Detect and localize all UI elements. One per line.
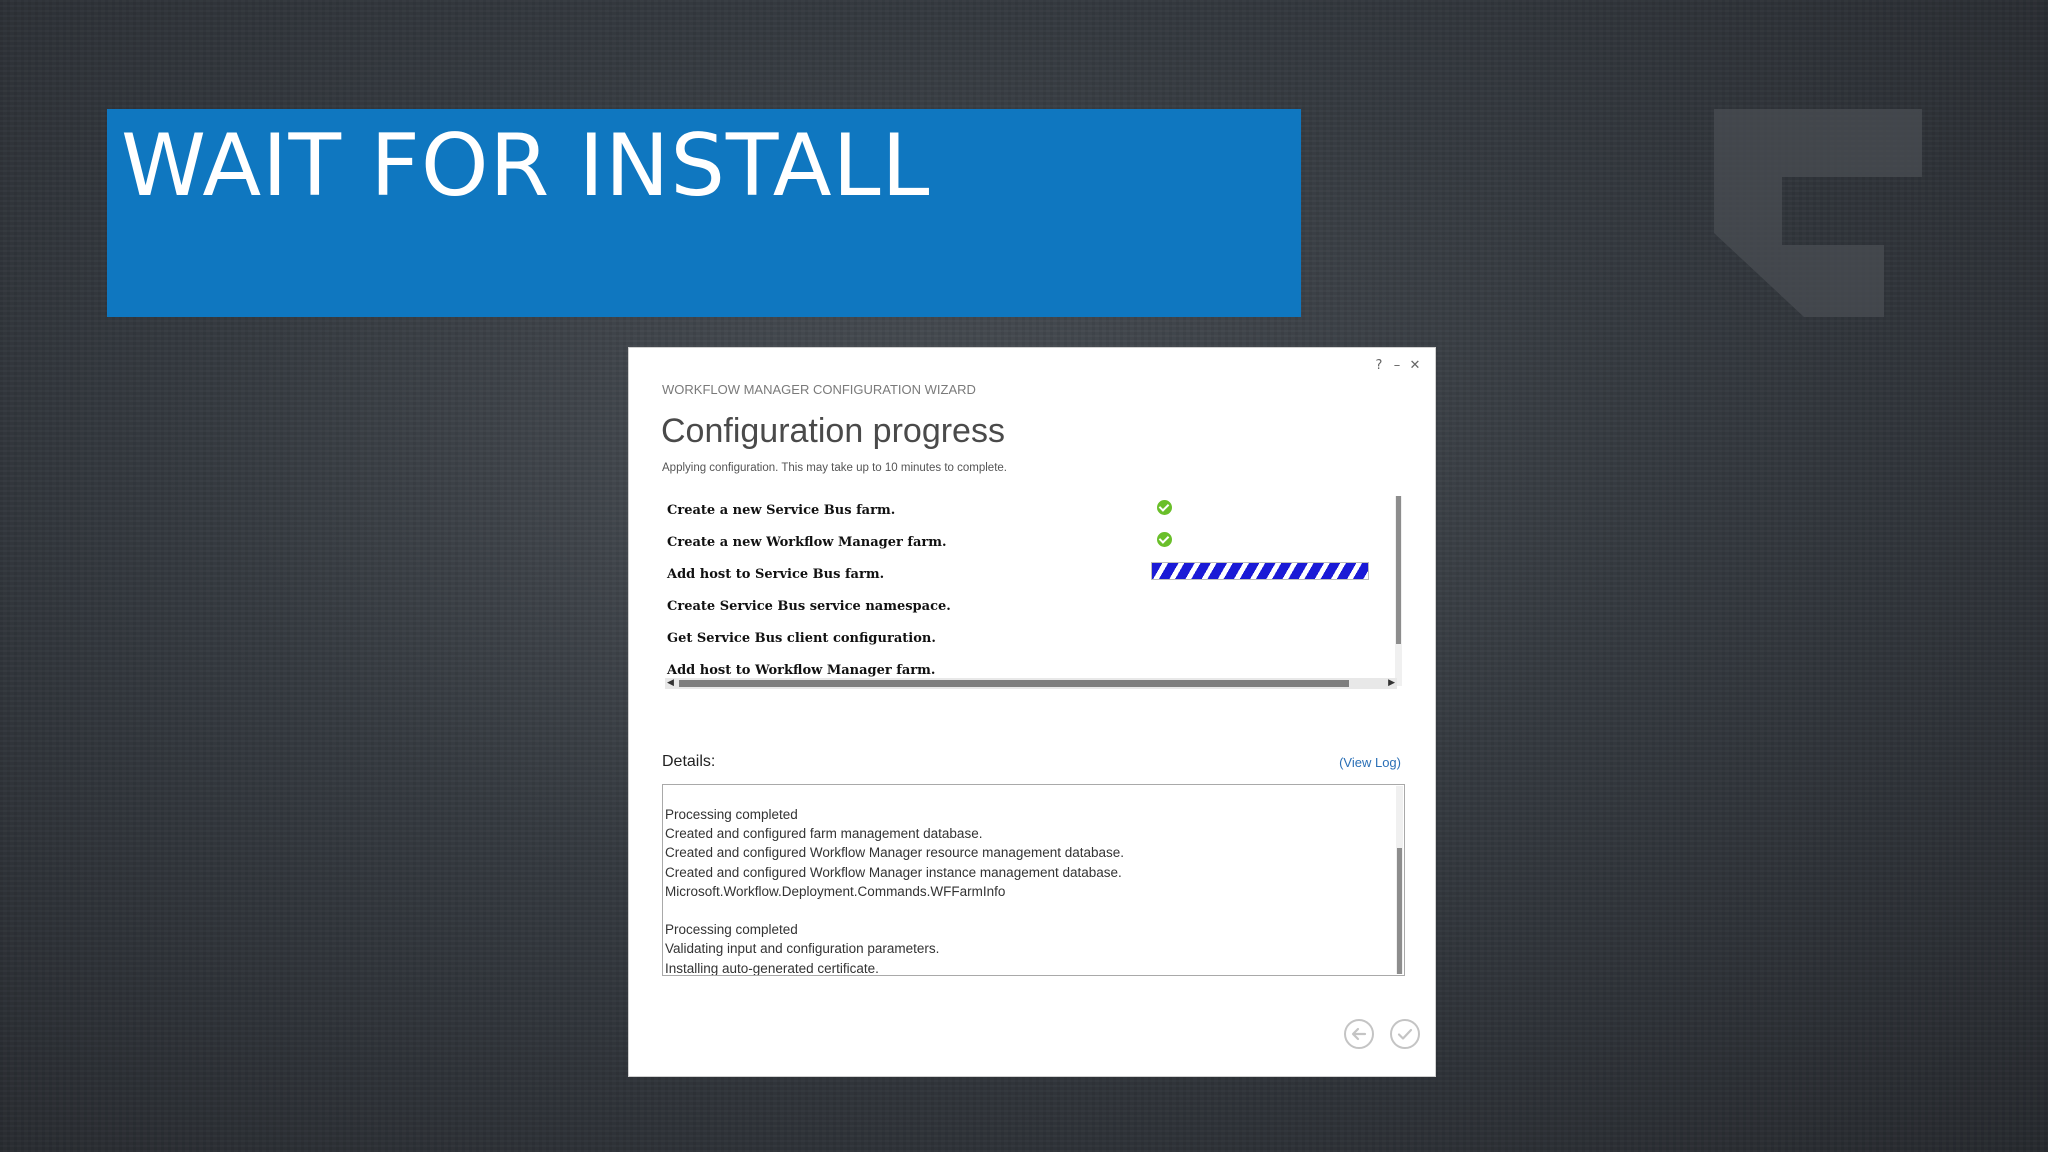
progress-fill	[1152, 563, 1368, 579]
back-button[interactable]	[1344, 1019, 1374, 1049]
check-icon	[1157, 532, 1172, 547]
wizard-label: WORKFLOW MANAGER CONFIGURATION WIZARD	[662, 382, 976, 397]
step-status	[1157, 498, 1172, 515]
brand-logo-icon	[1714, 109, 1922, 317]
finish-button[interactable]	[1390, 1019, 1420, 1049]
banner-title: WAIT FOR INSTALL	[121, 116, 931, 216]
log-line: Installing auto-generated certificate.	[665, 960, 879, 976]
page-subtitle: Applying configuration. This may take up…	[662, 462, 1007, 474]
scrollbar-thumb[interactable]	[1396, 496, 1401, 644]
checkmark-icon	[1397, 1028, 1413, 1040]
step-row: Get Service Bus client configuration.	[667, 624, 1407, 656]
step-row: Create Service Bus service namespace.	[667, 592, 1407, 624]
details-scrollbar[interactable]	[1396, 786, 1403, 974]
page-title: Configuration progress	[661, 412, 1005, 450]
progress-bar	[1151, 562, 1369, 580]
step-label: Create a new Workflow Manager farm.	[667, 535, 947, 550]
log-line: Validating input and configuration param…	[665, 941, 940, 957]
steps-vertical-scrollbar[interactable]	[1395, 496, 1402, 686]
log-line: Created and configured farm management d…	[665, 826, 983, 842]
details-lines: Processing completed Created and configu…	[665, 805, 1125, 976]
title-banner: WAIT FOR INSTALL	[107, 109, 1301, 317]
close-button[interactable]: ✕	[1409, 358, 1421, 373]
step-label: Get Service Bus client configuration.	[667, 631, 936, 646]
minimize-button[interactable]: –	[1391, 358, 1403, 373]
step-status	[1157, 530, 1172, 547]
scrollbar-thumb[interactable]	[679, 680, 1349, 687]
log-line: Microsoft.Workflow.Deployment.Commands.W…	[665, 883, 1006, 899]
view-log-link[interactable]: (View Log)	[1339, 755, 1401, 770]
scroll-left-icon[interactable]: ◀	[667, 678, 674, 689]
check-icon	[1157, 500, 1172, 515]
details-log-box[interactable]: Processing completed Created and configu…	[662, 784, 1405, 976]
details-label: Details:	[662, 753, 716, 770]
steps-list: Create a new Service Bus farm. Create a …	[661, 496, 1433, 688]
window-controls: ? – ✕	[1373, 358, 1421, 373]
step-status	[1151, 562, 1369, 580]
help-button[interactable]: ?	[1373, 358, 1385, 373]
step-label: Add host to Workflow Manager farm.	[667, 663, 936, 678]
log-line: Created and configured Workflow Manager …	[665, 845, 1125, 861]
scroll-right-icon[interactable]: ▶	[1388, 678, 1395, 689]
steps-horizontal-scrollbar[interactable]: ◀ ▶	[665, 678, 1397, 689]
scrollbar-thumb[interactable]	[1397, 848, 1402, 974]
step-label: Create Service Bus service namespace.	[667, 599, 951, 614]
back-arrow-icon	[1351, 1027, 1367, 1041]
log-line: Processing completed	[665, 922, 798, 938]
step-row: Create a new Service Bus farm.	[667, 496, 1407, 528]
step-label: Add host to Service Bus farm.	[667, 567, 885, 582]
step-row: Add host to Service Bus farm.	[667, 560, 1407, 592]
configuration-wizard-window: ? – ✕ WORKFLOW MANAGER CONFIGURATION WIZ…	[628, 347, 1436, 1077]
step-label: Create a new Service Bus farm.	[667, 503, 896, 518]
log-line: Created and configured Workflow Manager …	[665, 864, 1122, 880]
log-line: Processing completed	[665, 807, 798, 822]
step-row: Create a new Workflow Manager farm.	[667, 528, 1407, 560]
